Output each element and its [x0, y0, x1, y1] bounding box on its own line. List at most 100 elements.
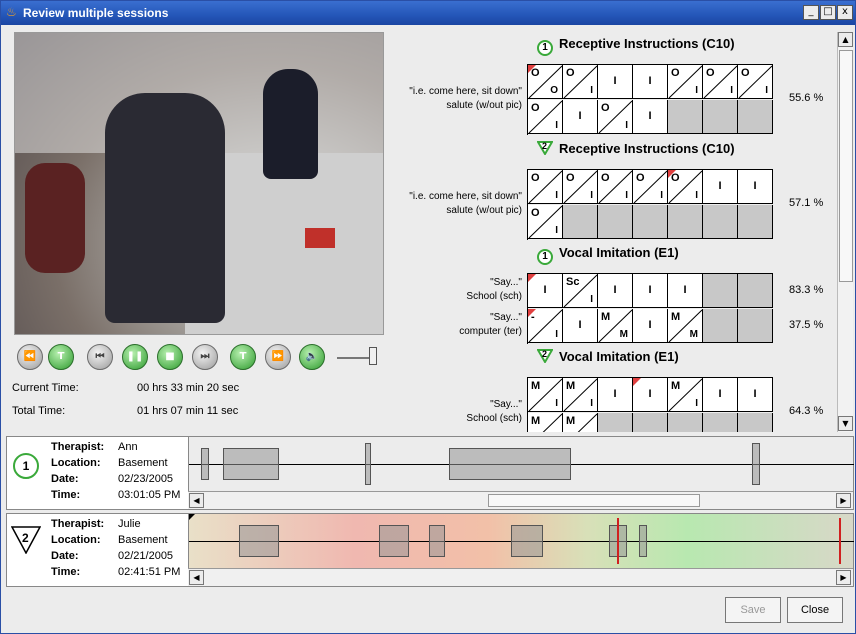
trial-cell[interactable]: MM: [528, 413, 563, 432]
trial-cell[interactable]: M: [563, 413, 598, 432]
trial-cell[interactable]: OI: [598, 100, 633, 134]
volume-button[interactable]: 🔈: [299, 344, 325, 370]
scroll-down-arrow-icon[interactable]: ▼: [838, 416, 853, 431]
trial-cell[interactable]: I: [563, 100, 598, 134]
scoring-scrollbar[interactable]: ▲ ▼: [837, 32, 853, 432]
close-button[interactable]: Close: [787, 597, 843, 623]
timeline-scrollbar[interactable]: ◀ ▶: [188, 491, 853, 509]
trial-cell[interactable]: I: [598, 274, 633, 308]
next-trial-button[interactable]: T: [48, 344, 74, 370]
close-window-button[interactable]: x: [837, 5, 853, 20]
trial-cell[interactable]: MM: [598, 309, 633, 343]
scroll-left-arrow-icon[interactable]: ◀: [189, 493, 204, 508]
skip-back-button[interactable]: ⏮: [87, 344, 113, 370]
trial-cell[interactable]: I: [598, 65, 633, 99]
timeline-scrollbar[interactable]: ◀ ▶: [188, 568, 853, 586]
session-triangle-icon: 2: [537, 141, 553, 155]
trial-cell[interactable]: I: [703, 378, 738, 412]
trial-segment[interactable]: [511, 525, 543, 557]
trial-cell[interactable]: OI: [668, 170, 703, 204]
pause-button[interactable]: ❚❚: [122, 344, 148, 370]
java-cup-icon: ♨: [6, 5, 17, 19]
maximize-button[interactable]: □: [820, 5, 836, 20]
playhead-marker[interactable]: [839, 518, 841, 564]
trial-segment[interactable]: [239, 525, 279, 557]
trial-cell[interactable]: MM: [668, 309, 703, 343]
trial-cell[interactable]: I: [633, 378, 668, 412]
timeline-scroll-thumb[interactable]: [488, 494, 700, 507]
rewind-fast-button[interactable]: ⏪: [17, 344, 43, 370]
trial-segment[interactable]: [223, 448, 279, 480]
trial-segment[interactable]: [429, 525, 445, 557]
percent-correct: 83.3 %: [789, 284, 824, 296]
trial-cell[interactable]: OI: [633, 170, 668, 204]
trial-response: M: [566, 380, 576, 392]
trial-cell[interactable]: OI: [703, 65, 738, 99]
trial-cell[interactable]: OI: [528, 100, 563, 134]
trial-cell[interactable]: I: [633, 100, 668, 134]
trial-cell[interactable]: I: [633, 309, 668, 343]
trial-cell[interactable]: I: [633, 65, 668, 99]
save-button[interactable]: Save: [725, 597, 781, 623]
trial-segment[interactable]: [639, 525, 647, 557]
trial-cell[interactable]: I: [598, 378, 633, 412]
fast-forward-button[interactable]: ⏩: [265, 344, 291, 370]
session-timeline[interactable]: [188, 437, 854, 491]
trial-cell[interactable]: OI: [738, 65, 773, 99]
trial-segment[interactable]: [365, 443, 371, 485]
row-label: "Say..." School (sch): [387, 398, 522, 426]
trial-cell[interactable]: I: [668, 274, 703, 308]
trial-cell-empty: [598, 205, 633, 239]
skip-forward-button[interactable]: ⏭: [192, 344, 218, 370]
trial-cell[interactable]: I: [633, 274, 668, 308]
trial-cell[interactable]: I: [528, 274, 563, 308]
trial-segment[interactable]: [449, 448, 571, 480]
trial-cell[interactable]: OI: [668, 65, 703, 99]
scroll-right-arrow-icon[interactable]: ▶: [836, 570, 851, 585]
trial-cell[interactable]: Sc I: [563, 274, 598, 308]
trial-cell[interactable]: I: [738, 378, 773, 412]
trial-cell[interactable]: OI: [528, 205, 563, 239]
trial-segment[interactable]: [752, 443, 760, 485]
trial-response: I: [613, 75, 617, 87]
trial-cell-empty: [633, 413, 668, 432]
time-value: 02:41:51 PM: [118, 566, 181, 578]
trial-cell[interactable]: OI: [528, 170, 563, 204]
trial-prompt: I: [555, 329, 558, 340]
row-label: "i.e. come here, sit down" salute (w/out …: [387, 85, 522, 113]
prev-trial-button[interactable]: T: [230, 344, 256, 370]
trial-cell[interactable]: I: [563, 309, 598, 343]
scroll-up-arrow-icon[interactable]: ▲: [838, 32, 853, 47]
location-label: Location:: [51, 534, 101, 546]
scroll-right-arrow-icon[interactable]: ▶: [836, 493, 851, 508]
session-circle-icon: 1: [13, 453, 39, 479]
session-timeline[interactable]: [188, 514, 854, 568]
stop-button[interactable]: ■: [157, 344, 183, 370]
trial-cell[interactable]: MI: [563, 378, 598, 412]
scroll-thumb[interactable]: [839, 50, 853, 282]
trial-prompt: I: [555, 398, 558, 409]
trial-cell[interactable]: -I: [528, 309, 563, 343]
title-bar[interactable]: ♨ Review multiple sessions _ □ x: [1, 1, 855, 25]
trial-cell-empty: [703, 413, 738, 432]
volume-slider[interactable]: [369, 347, 377, 365]
minimize-button[interactable]: _: [803, 5, 819, 20]
trial-cell[interactable]: MI: [528, 378, 563, 412]
location-value: Basement: [118, 457, 168, 469]
trial-cell[interactable]: OI: [563, 170, 598, 204]
trial-cell[interactable]: OI: [598, 170, 633, 204]
trial-cell[interactable]: OO: [528, 65, 563, 99]
trial-cell[interactable]: I: [738, 170, 773, 204]
playhead-marker[interactable]: [617, 518, 619, 564]
trial-response: O: [566, 172, 575, 184]
scroll-left-arrow-icon[interactable]: ◀: [189, 570, 204, 585]
trial-cell[interactable]: MI: [668, 378, 703, 412]
trial-cell[interactable]: OI: [563, 65, 598, 99]
video-frame[interactable]: [14, 32, 384, 335]
trial-response: O: [706, 67, 715, 79]
trial-segment[interactable]: [201, 448, 209, 480]
trial-segment[interactable]: [379, 525, 409, 557]
row-label-prompt: "Say...": [490, 277, 522, 288]
session-triangle-icon: 2: [537, 349, 553, 363]
trial-cell[interactable]: I: [703, 170, 738, 204]
